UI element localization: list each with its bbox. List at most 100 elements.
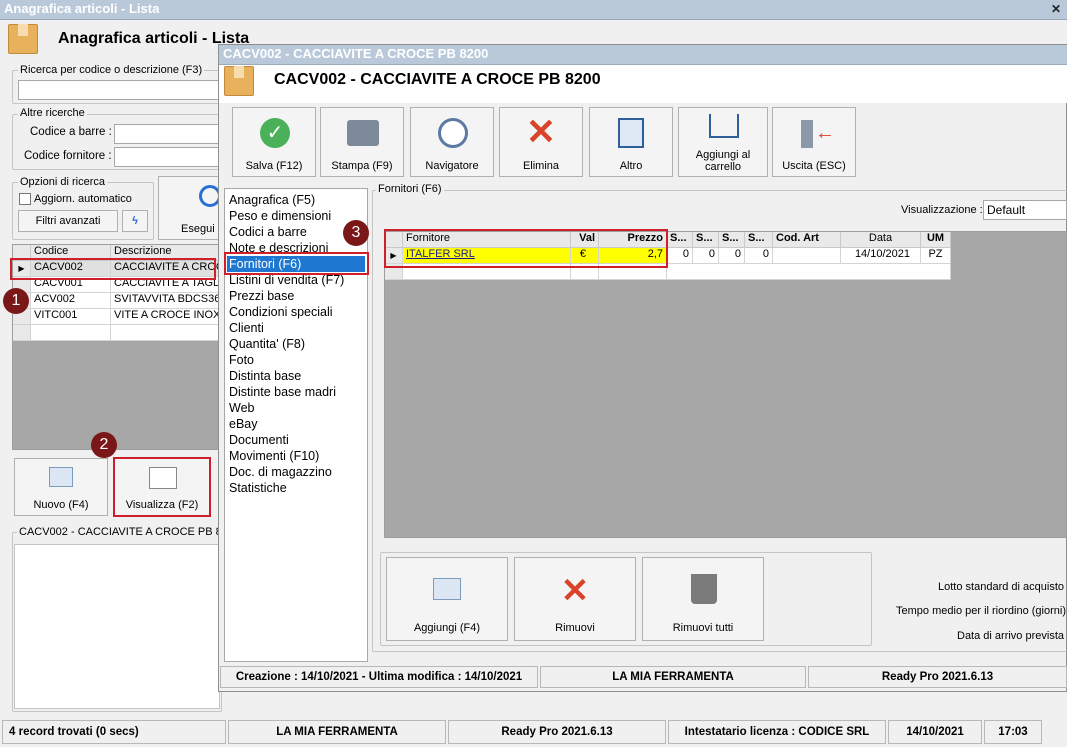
other-button[interactable]: Altro xyxy=(589,107,673,177)
license-status: Intestatario licenza : CODICE SRL xyxy=(668,720,886,744)
table-row-desc[interactable]: VITE A CROCE INOX I xyxy=(111,309,223,325)
col-sconto-1[interactable]: S... xyxy=(667,232,693,248)
annotation-box-3 xyxy=(384,229,668,268)
item-version-status: Ready Pro 2021.6.13 xyxy=(808,666,1067,688)
col-cod-art[interactable]: Cod. Art xyxy=(773,232,841,248)
menu-item-web[interactable]: Web xyxy=(229,400,254,416)
lot-size-label: Lotto standard di acquisto xyxy=(938,581,1064,593)
view-mode-select[interactable]: Default xyxy=(983,200,1067,220)
menu-item-distinte-madri[interactable]: Distinte base madri xyxy=(229,384,336,400)
main-window-title: Anagrafica articoli - Lista xyxy=(4,1,160,16)
supplier-article-code[interactable] xyxy=(773,248,841,264)
company-status: LA MIA FERRAMENTA xyxy=(228,720,446,744)
compass-icon xyxy=(438,118,468,148)
save-button[interactable]: ✓ Salva (F12) xyxy=(232,107,316,177)
item-created-status: Creazione : 14/10/2021 - Ultima modifica… xyxy=(220,666,538,688)
item-window-title: CACV002 - CACCIAVITE A CROCE PB 8200 xyxy=(223,46,489,61)
suppliers-grid: Fornitore Val Prezzo S... S... S... S...… xyxy=(384,231,1067,538)
annotation-badge-2: 2 xyxy=(91,432,117,458)
annotation-box-menu xyxy=(224,252,369,275)
search-label: Ricerca per codice o descrizione (F3) xyxy=(18,64,205,76)
lightning-icon[interactable]: ϟ xyxy=(122,210,148,232)
col-sconto-2[interactable]: S... xyxy=(693,232,719,248)
supplier-discount-1[interactable]: 0 xyxy=(667,248,693,264)
col-um[interactable]: UM xyxy=(921,232,951,248)
menu-item-doc-magazzino[interactable]: Doc. di magazzino xyxy=(229,464,332,480)
table-row-code[interactable]: ACV002 xyxy=(31,293,111,309)
menu-item-quantita[interactable]: Quantita' (F8) xyxy=(229,336,305,352)
cart-icon xyxy=(709,114,739,138)
menu-item-peso[interactable]: Peso e dimensioni xyxy=(229,208,331,224)
menu-item-condizioni[interactable]: Condizioni speciali xyxy=(229,304,333,320)
arrival-date-label: Data di arrivo prevista xyxy=(957,630,1064,642)
add-list-icon xyxy=(49,467,73,487)
search-input[interactable] xyxy=(18,80,222,100)
item-window-titlebar: CACV002 - CACCIAVITE A CROCE PB 8200 xyxy=(219,45,1067,65)
menu-item-foto[interactable]: Foto xyxy=(229,352,254,368)
menu-item-ebay[interactable]: eBay xyxy=(229,416,258,432)
package-icon xyxy=(224,66,254,96)
suppliers-section-label: Fornitori (F6) xyxy=(376,183,444,195)
navigator-button[interactable]: Navigatore xyxy=(410,107,494,177)
barcode-input[interactable] xyxy=(114,124,220,144)
menu-item-prezzi-base[interactable]: Prezzi base xyxy=(229,288,294,304)
supplier-discount-2[interactable]: 0 xyxy=(693,248,719,264)
remove-supplier-button[interactable]: ✕ Rimuovi xyxy=(514,557,636,641)
supplier-discount-3[interactable]: 0 xyxy=(719,248,745,264)
auto-update-label: Aggiorn. automatico xyxy=(34,193,132,205)
menu-item-codici-barre[interactable]: Codici a barre xyxy=(229,224,307,240)
menu-item-clienti[interactable]: Clienti xyxy=(229,320,264,336)
records-status: 4 record trovati (0 secs) xyxy=(2,720,226,744)
reorder-time-label: Tempo medio per il riordino (giorni) xyxy=(896,605,1066,617)
version-status: Ready Pro 2021.6.13 xyxy=(448,720,666,744)
advanced-filters-button[interactable]: Filtri avanzati xyxy=(18,210,118,232)
menu-item-movimenti[interactable]: Movimenti (F10) xyxy=(229,448,319,464)
supplier-code-input[interactable] xyxy=(114,147,220,167)
print-button[interactable]: Stampa (F9) xyxy=(320,107,404,177)
annotation-badge-3: 3 xyxy=(343,220,369,246)
close-icon[interactable]: ✕ xyxy=(1051,0,1061,18)
col-sconto-3[interactable]: S... xyxy=(719,232,745,248)
auto-update-checkbox[interactable] xyxy=(19,193,31,205)
check-icon: ✓ xyxy=(260,118,290,148)
x-icon: ✕ xyxy=(525,111,557,152)
add-supplier-button[interactable]: Aggiungi (F4) xyxy=(386,557,508,641)
detail-label: CACV002 - CACCIAVITE A CROCE PB 820 xyxy=(17,526,220,538)
menu-item-documenti[interactable]: Documenti xyxy=(229,432,289,448)
detail-panel xyxy=(14,544,220,709)
exit-icon xyxy=(801,120,813,148)
annotation-box-2 xyxy=(113,457,211,517)
item-header-title: CACV002 - CACCIAVITE A CROCE PB 8200 xyxy=(274,71,601,88)
main-window-titlebar: Anagrafica articoli - Lista ✕ xyxy=(0,0,1067,20)
menu-item-statistiche[interactable]: Statistiche xyxy=(229,480,287,496)
barcode-label: Codice a barre : xyxy=(30,126,112,138)
annotation-box-1 xyxy=(10,258,216,280)
remove-all-button[interactable]: Rimuovi tutti xyxy=(642,557,764,641)
table-row-desc[interactable]: SVITAVVITA BDCS360 xyxy=(111,293,223,309)
execute-button[interactable]: Esegui xyxy=(158,176,222,240)
add-list-icon xyxy=(433,578,461,600)
new-button[interactable]: Nuovo (F4) xyxy=(14,458,108,516)
package-icon xyxy=(8,24,38,54)
printer-icon xyxy=(347,120,379,146)
supplier-unit[interactable]: PZ xyxy=(921,248,951,264)
x-icon: ✕ xyxy=(560,572,590,610)
col-data[interactable]: Data xyxy=(841,232,921,248)
time-status: 17:03 xyxy=(984,720,1042,744)
other-search-label: Altre ricerche xyxy=(18,107,87,119)
add-to-cart-button[interactable]: Aggiungi al carrello xyxy=(678,107,768,177)
item-company-status: LA MIA FERRAMENTA xyxy=(540,666,806,688)
date-status: 14/10/2021 xyxy=(888,720,982,744)
exit-button[interactable]: ← Uscita (ESC) xyxy=(772,107,856,177)
menu-item-distinta[interactable]: Distinta base xyxy=(229,368,301,384)
col-sconto-4[interactable]: S... xyxy=(745,232,773,248)
supplier-date[interactable]: 14/10/2021 xyxy=(841,248,921,264)
annotation-badge-1: 1 xyxy=(3,288,29,314)
menu-item-anagrafica[interactable]: Anagrafica (F5) xyxy=(229,192,315,208)
table-row-code[interactable]: VITC001 xyxy=(31,309,111,325)
supplier-discount-4[interactable]: 0 xyxy=(745,248,773,264)
search-options-label: Opzioni di ricerca xyxy=(18,176,107,188)
delete-button[interactable]: ✕ Elimina xyxy=(499,107,583,177)
trash-icon xyxy=(691,574,717,604)
search-doc-icon xyxy=(618,118,644,148)
